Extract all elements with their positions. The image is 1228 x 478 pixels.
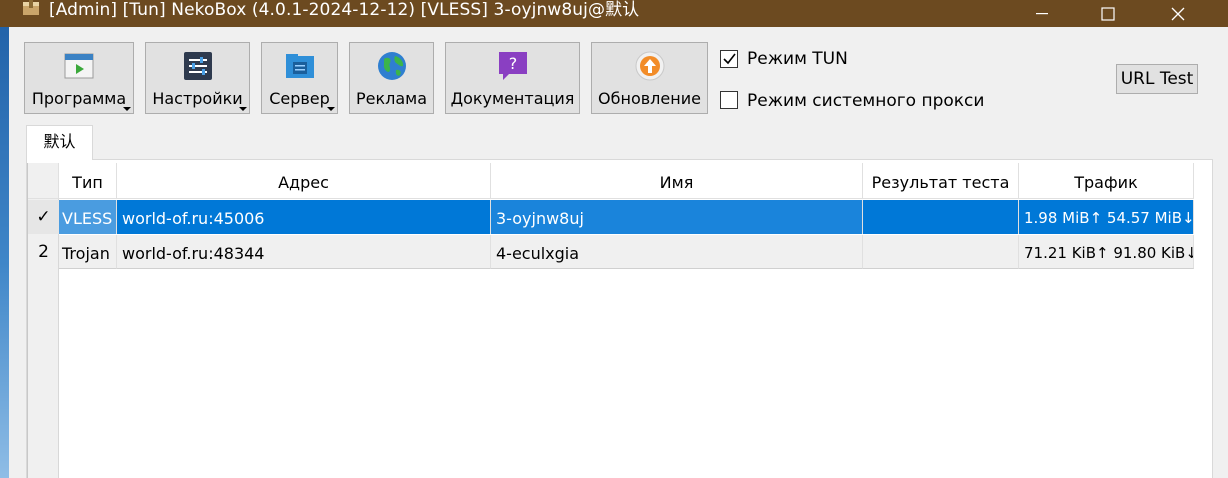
- chevron-down-icon: [327, 107, 335, 111]
- cell-test-result[interactable]: [863, 200, 1019, 234]
- server-table: Тип Адрес Имя Результат теста Трафик ✓ V…: [27, 163, 1195, 478]
- system-proxy-checkbox[interactable]: [720, 91, 738, 109]
- cell-traffic[interactable]: 71.21 KiB↑ 91.80 KiB↓: [1019, 235, 1194, 269]
- cell-name[interactable]: 3-oyjnw8uj: [491, 200, 863, 234]
- table-corner-button[interactable]: [28, 163, 59, 199]
- settings-menu-button[interactable]: Настройки: [145, 42, 250, 114]
- ads-button[interactable]: Реклама: [349, 42, 434, 114]
- update-label: Обновление: [598, 89, 701, 108]
- cell-address[interactable]: world-of.ru:45006: [117, 200, 491, 234]
- server-menu-label: Сервер: [269, 89, 330, 108]
- globe-icon: [377, 52, 406, 80]
- main-window: Программа Настройки Сервер Реклама ? Док…: [9, 27, 1228, 478]
- tun-mode-checkbox[interactable]: [720, 50, 738, 68]
- chevron-down-icon: [123, 107, 131, 111]
- column-header-address[interactable]: Адрес: [117, 163, 491, 199]
- cell-traffic[interactable]: 1.98 MiB↑ 54.57 MiB↓: [1019, 200, 1194, 234]
- cell-address[interactable]: world-of.ru:48344: [117, 235, 491, 269]
- cell-test-result[interactable]: [863, 235, 1019, 269]
- system-proxy-label[interactable]: Режим системного прокси: [747, 91, 984, 111]
- maximize-button[interactable]: [1081, 0, 1135, 27]
- maximize-icon: [1101, 6, 1115, 21]
- program-icon: [64, 53, 94, 79]
- app-icon: [23, 0, 39, 15]
- row-marker: ✓: [36, 207, 51, 227]
- checkmark-icon: [723, 53, 736, 65]
- documentation-button[interactable]: ? Документация: [445, 42, 580, 114]
- row-header-1[interactable]: ✓: [28, 200, 59, 234]
- column-header-test-result[interactable]: Результат теста: [863, 163, 1019, 199]
- tab-default-group[interactable]: 默认: [26, 125, 93, 160]
- svg-text:?: ?: [508, 54, 517, 73]
- chevron-down-icon: [239, 107, 247, 111]
- column-header-name[interactable]: Имя: [491, 163, 863, 199]
- close-icon: [1171, 7, 1185, 20]
- program-menu-button[interactable]: Программа: [24, 42, 134, 114]
- window-title: [Admin] [Tun] NekoBox (4.0.1-2024-12-12)…: [49, 0, 640, 20]
- cell-name[interactable]: 4-eculxgia: [491, 235, 863, 269]
- cell-type[interactable]: VLESS: [59, 200, 117, 234]
- server-menu-button[interactable]: Сервер: [261, 42, 338, 114]
- help-icon: ?: [498, 52, 527, 80]
- minimize-button[interactable]: [1015, 0, 1069, 27]
- tun-mode-label[interactable]: Режим TUN: [747, 49, 848, 69]
- column-header-type[interactable]: Тип: [59, 163, 117, 199]
- documentation-label: Документация: [450, 89, 575, 108]
- settings-menu-label: Настройки: [152, 89, 243, 108]
- url-test-button[interactable]: URL Test: [1116, 64, 1198, 94]
- close-button[interactable]: [1151, 0, 1205, 27]
- ads-label: Реклама: [355, 89, 428, 108]
- update-button[interactable]: Обновление: [591, 42, 708, 114]
- settings-icon: [183, 52, 212, 80]
- server-icon: [285, 54, 314, 78]
- table-row[interactable]: VLESS world-of.ru:45006 3-oyjnw8uj 1.98 …: [59, 200, 1194, 234]
- row-header-2[interactable]: 2: [28, 235, 59, 269]
- row-number: 2: [38, 242, 49, 262]
- update-icon: [635, 51, 664, 81]
- title-bar[interactable]: [Admin] [Tun] NekoBox (4.0.1-2024-12-12)…: [0, 0, 1228, 27]
- column-header-traffic[interactable]: Трафик: [1019, 163, 1194, 199]
- program-menu-label: Программа: [31, 89, 127, 108]
- minimize-icon: [1036, 12, 1048, 14]
- table-row[interactable]: Trojan world-of.ru:48344 4-eculxgia 71.2…: [59, 235, 1194, 269]
- cell-type[interactable]: Trojan: [59, 235, 117, 269]
